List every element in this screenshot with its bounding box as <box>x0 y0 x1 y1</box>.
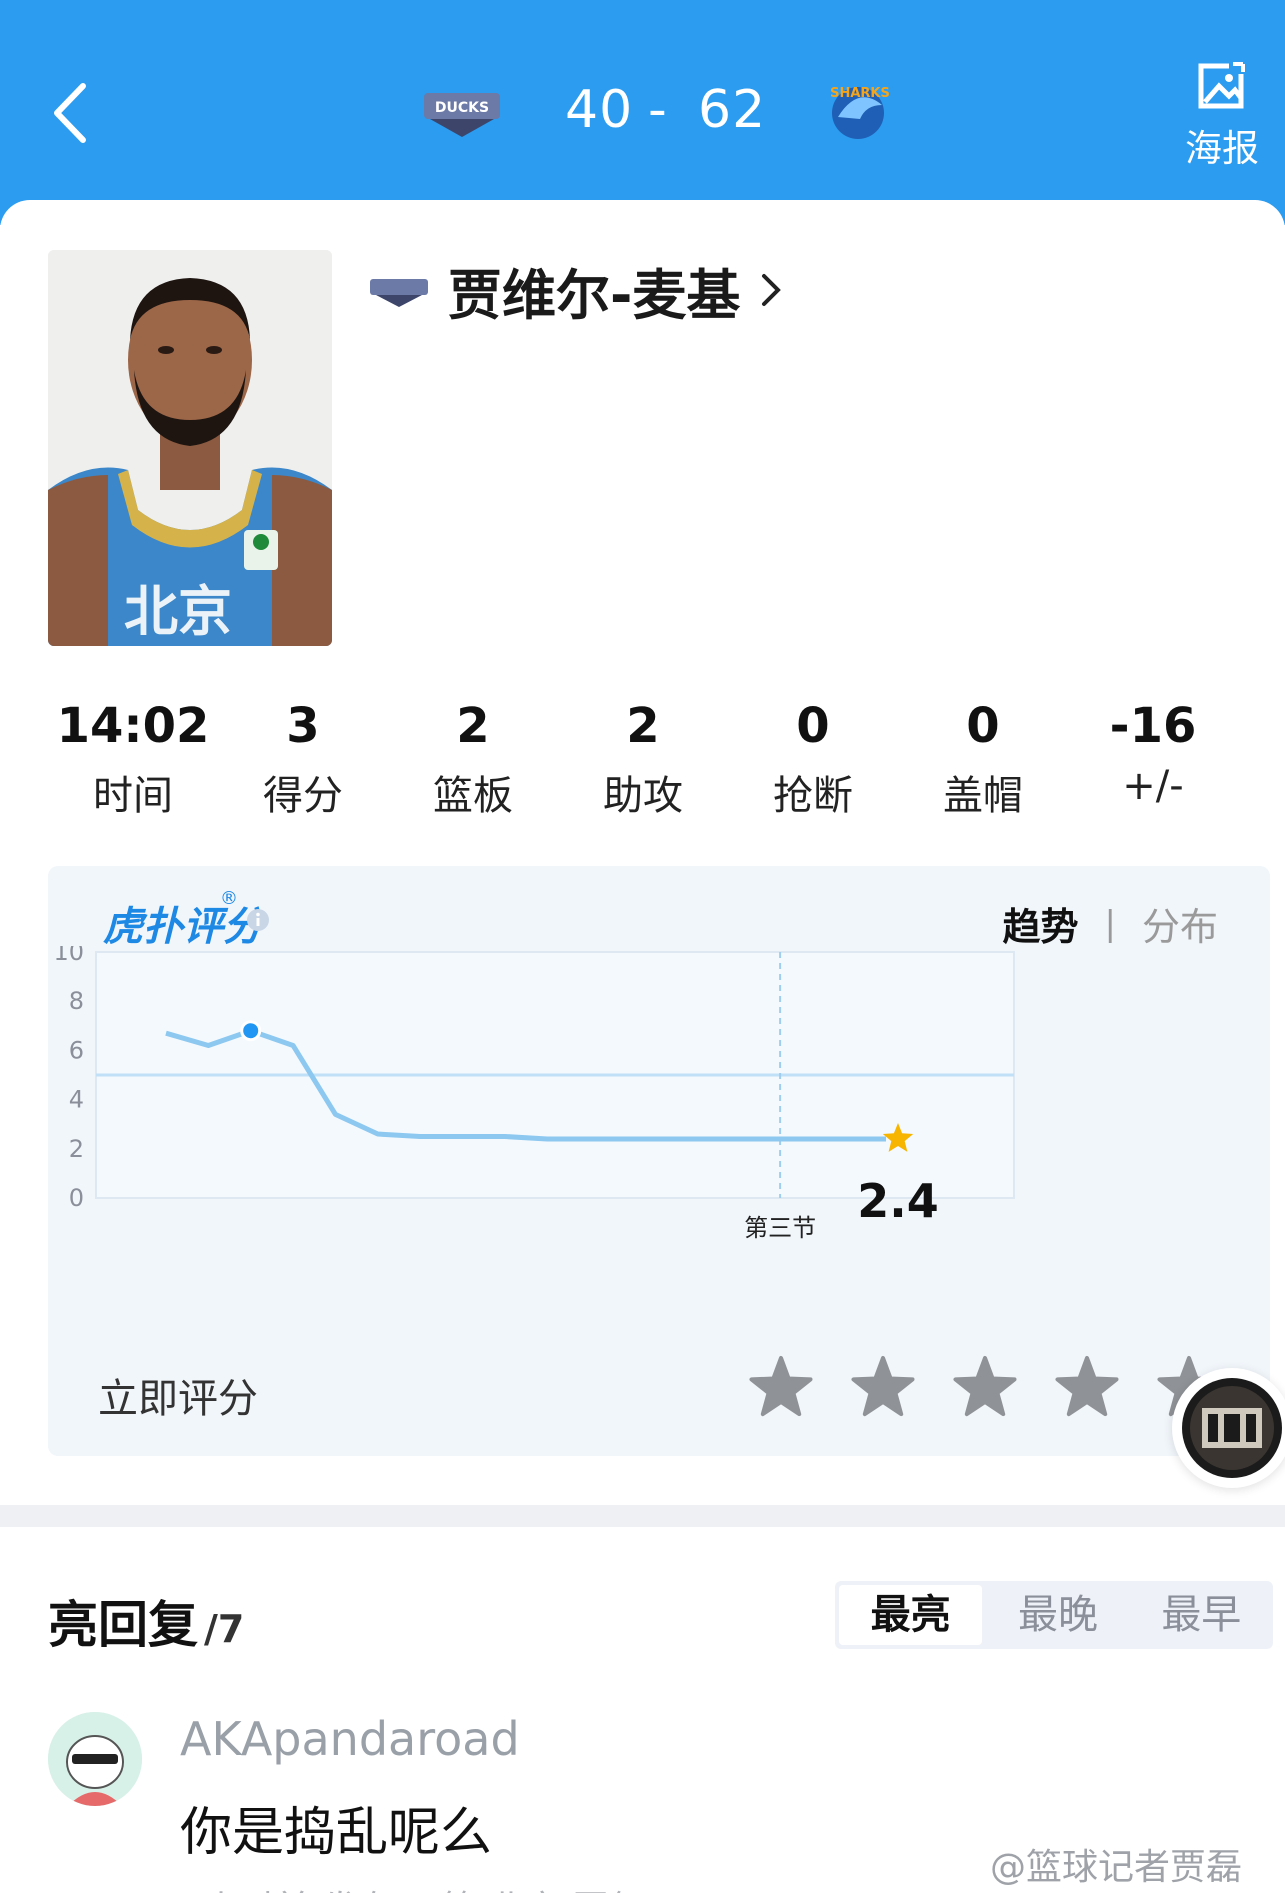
stat-value: 14:02 <box>56 698 210 754</box>
svg-text:SHARKS: SHARKS <box>830 86 890 101</box>
replies-title: 亮回复 <box>48 1596 198 1654</box>
y-tick-label: 8 <box>69 987 84 1015</box>
poster-button[interactable]: 海报 <box>1177 58 1267 170</box>
scoreboard: DUCKS 40 - 62 SHARKS <box>420 75 900 145</box>
reply-username[interactable]: AKApandaroad <box>180 1712 520 1766</box>
floating-avatar-button[interactable] <box>1172 1368 1285 1488</box>
tab-separator: | <box>1104 903 1116 944</box>
stat-assists: 2 助攻 <box>558 695 728 830</box>
home-team-logo[interactable]: DUCKS <box>420 75 504 145</box>
stat-value: 0 <box>966 698 1000 754</box>
stat-label: 盖帽 <box>943 773 1023 819</box>
stat-label: 时间 <box>93 773 173 819</box>
rating-panel: 虎扑评分 ® 趋势 | 分布 10 8 6 4 2 0 第三节 2.4 立即评分 <box>48 866 1270 1456</box>
away-score: 62 <box>698 80 767 140</box>
rating-brand: 虎扑评分 <box>103 904 263 950</box>
y-tick-label: 10 <box>53 946 84 966</box>
avatar[interactable] <box>48 1712 142 1806</box>
current-rating-value: 2.4 <box>857 1174 939 1228</box>
stat-blocks: 0 盖帽 <box>898 695 1068 830</box>
section-divider <box>0 1505 1285 1527</box>
chart-mode-toggle: 趋势 | 分布 <box>1003 896 1219 951</box>
home-score: 40 <box>565 80 634 140</box>
star-shape <box>749 1356 813 1417</box>
stat-value: 0 <box>796 698 830 754</box>
replies-heading: 亮回复/7 <box>48 1585 244 1657</box>
score-separator: - <box>648 80 668 140</box>
stat-steals: 0 抢断 <box>728 695 898 830</box>
stat-label: +/- <box>1122 763 1184 809</box>
rate-star-icon[interactable] <box>850 1354 916 1420</box>
reply-meta: 1小时前 发布于 篮 北京 回复 <box>180 1880 645 1893</box>
reply-sort-tabs: 最亮 最晚 最早 <box>835 1581 1273 1649</box>
stat-points: 3 得分 <box>218 695 388 830</box>
stat-value: 2 <box>626 698 660 754</box>
tab-trend[interactable]: 趋势 <box>1003 896 1079 951</box>
stat-value: -16 <box>1109 698 1197 754</box>
back-arrow-icon[interactable] <box>45 78 97 148</box>
team-mini-logo <box>370 279 428 307</box>
sort-earliest[interactable]: 最早 <box>1130 1581 1273 1649</box>
top-bar: DUCKS 40 - 62 SHARKS 海报 <box>0 0 1285 225</box>
y-tick-label: 0 <box>69 1184 84 1212</box>
stats-row: 14:02 时间 3 得分 2 篮板 2 助攻 0 抢断 0 盖帽 -16 +/… <box>48 695 1238 830</box>
player-photo: 北京 <box>48 250 332 646</box>
stat-label: 得分 <box>263 773 343 819</box>
stat-plus-minus: -16 +/- <box>1068 695 1238 830</box>
stat-time: 14:02 时间 <box>48 695 218 830</box>
tab-distribution[interactable]: 分布 <box>1142 896 1218 951</box>
chevron-right-icon <box>762 274 782 306</box>
rate-star-icon[interactable] <box>748 1354 814 1420</box>
player-name-link[interactable]: 贾维尔-麦基 <box>368 255 784 327</box>
period-marker-label: 第三节 <box>744 1214 816 1242</box>
star-shape <box>851 1356 915 1417</box>
reply-text: 你是捣乱呢么 <box>180 1803 493 1863</box>
y-tick-label: 2 <box>69 1135 84 1163</box>
y-tick-label: 6 <box>69 1036 84 1064</box>
sort-brightest[interactable]: 最亮 <box>839 1585 983 1645</box>
y-tick-label: 4 <box>69 1086 84 1114</box>
stat-label: 篮板 <box>433 773 513 819</box>
weibo-watermark: @篮球记者贾磊 <box>990 1847 1243 1888</box>
stat-rebounds: 2 篮板 <box>388 695 558 830</box>
info-icon[interactable] <box>246 908 270 932</box>
stat-label: 抢断 <box>773 773 853 819</box>
poster-label: 海报 <box>1185 127 1259 170</box>
svg-text:北京: 北京 <box>124 580 232 643</box>
rate-now-label: 立即评分 <box>98 1376 258 1422</box>
stat-value: 2 <box>456 698 490 754</box>
registered-mark: ® <box>220 888 238 909</box>
stat-value: 3 <box>286 698 320 754</box>
rating-highlight-point <box>240 1020 262 1042</box>
rating-trend-chart: 10 8 6 4 2 0 第三节 2.4 <box>53 946 1015 1242</box>
away-team-logo[interactable]: SHARKS <box>816 75 900 145</box>
rate-star-icon[interactable] <box>952 1354 1018 1420</box>
stat-label: 助攻 <box>603 773 683 819</box>
rate-star-icon[interactable] <box>1054 1354 1120 1420</box>
replies-count: /7 <box>204 1607 245 1651</box>
image-share-icon <box>1198 60 1249 109</box>
svg-text:DUCKS: DUCKS <box>435 100 489 116</box>
sort-latest[interactable]: 最晚 <box>986 1581 1129 1649</box>
player-name: 贾维尔-麦基 <box>448 263 741 327</box>
star-shape <box>953 1356 1017 1417</box>
star-shape <box>1055 1356 1119 1417</box>
